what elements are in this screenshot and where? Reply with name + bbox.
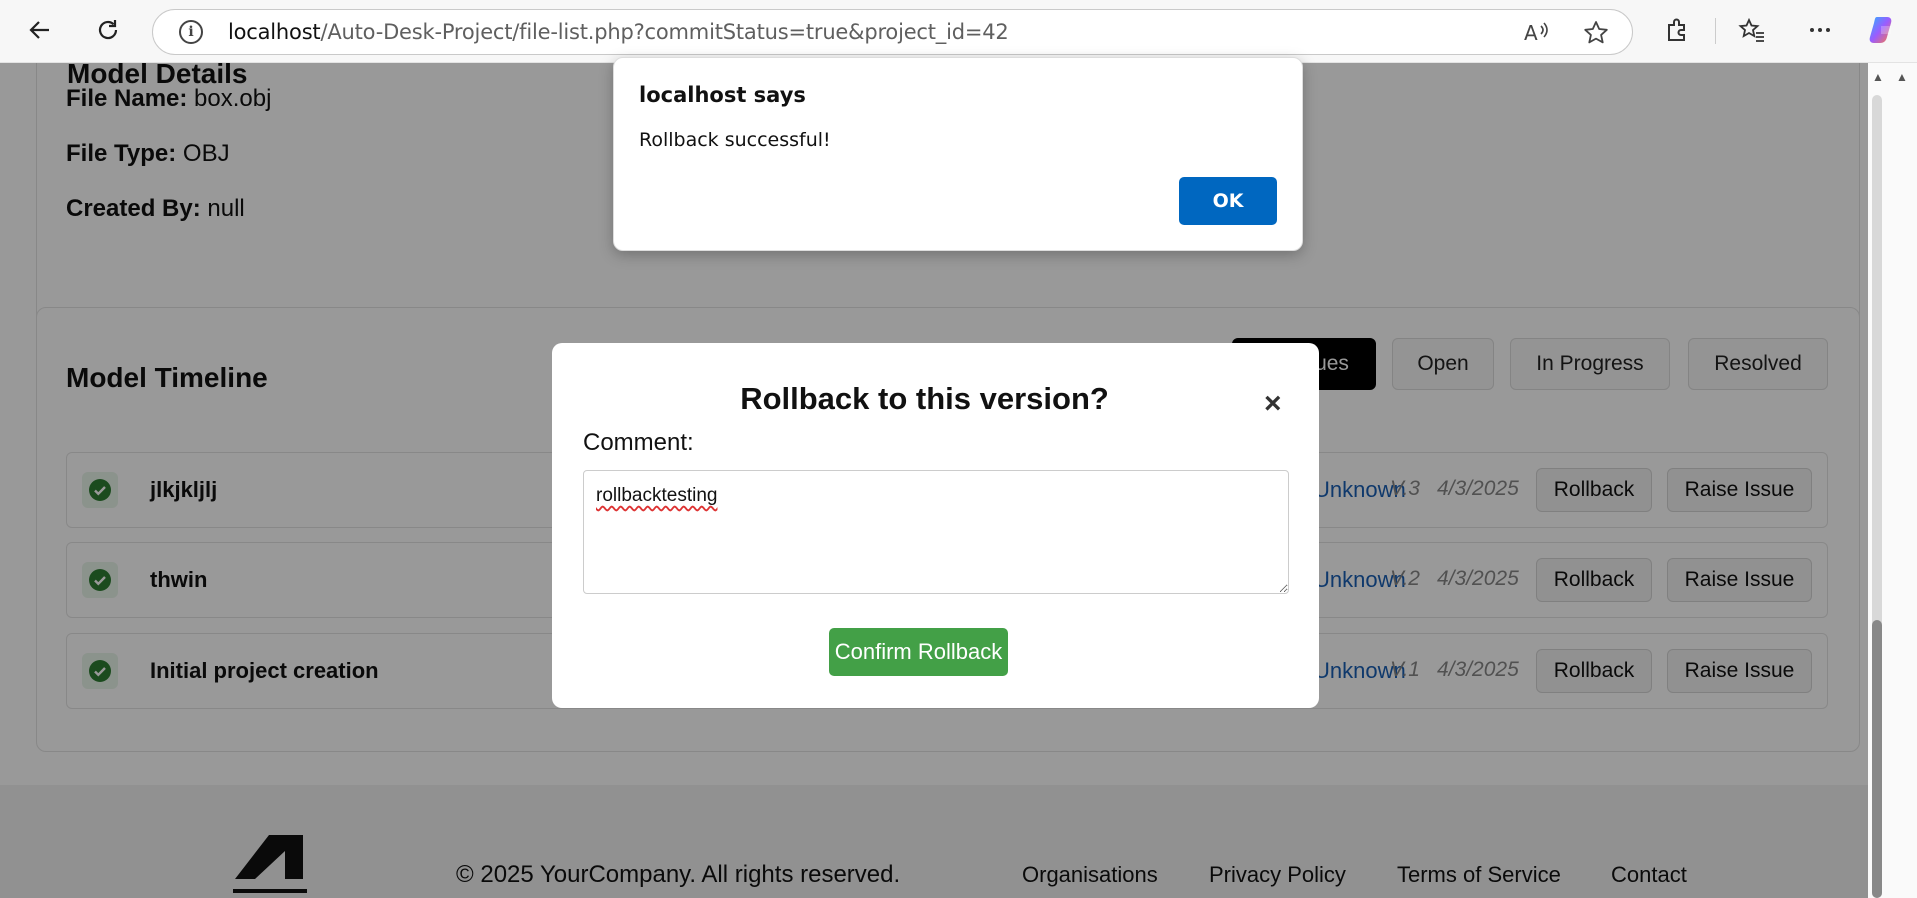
close-icon[interactable]: × (1264, 387, 1282, 421)
favorites-icon[interactable] (1736, 14, 1768, 46)
scroll-thumb[interactable] (1872, 620, 1882, 898)
back-icon[interactable] (22, 12, 58, 48)
toolbar-separator (1715, 18, 1716, 44)
alert-ok-button[interactable]: OK (1179, 177, 1277, 225)
rollback-modal: Rollback to this version? × Comment: rol… (552, 343, 1319, 708)
comment-label: Comment: (583, 429, 694, 456)
comment-textarea[interactable]: rollbacktesting (583, 470, 1289, 594)
more-menu-icon[interactable] (1804, 14, 1836, 46)
browser-alert-dialog: localhost says Rollback successful! OK (613, 57, 1303, 251)
read-aloud-icon[interactable]: A (1523, 20, 1551, 52)
alert-title: localhost says (639, 83, 806, 107)
address-bar[interactable]: i localhost/Auto-Desk-Project/file-list.… (152, 9, 1633, 55)
copilot-icon[interactable] (1867, 14, 1899, 46)
url-text[interactable]: localhost/Auto-Desk-Project/file-list.ph… (228, 20, 1009, 44)
url-path: /Auto-Desk-Project/file-list.php?commitS… (320, 20, 1009, 44)
extensions-icon[interactable] (1661, 14, 1693, 46)
scroll-up-icon[interactable]: ▲ (1872, 70, 1884, 84)
browser-toolbar: i localhost/Auto-Desk-Project/file-list.… (0, 0, 1917, 63)
favorite-star-icon[interactable] (1583, 20, 1609, 52)
url-host: localhost (228, 20, 321, 44)
scroll-up-icon[interactable]: ▲ (1896, 70, 1908, 84)
alert-message: Rollback successful! (639, 129, 831, 151)
refresh-icon[interactable] (90, 12, 126, 48)
confirm-rollback-button[interactable]: Confirm Rollback (829, 628, 1008, 676)
modal-title: Rollback to this version? (740, 381, 1109, 416)
site-info-icon[interactable]: i (179, 20, 203, 44)
svg-text:A: A (1524, 21, 1538, 45)
